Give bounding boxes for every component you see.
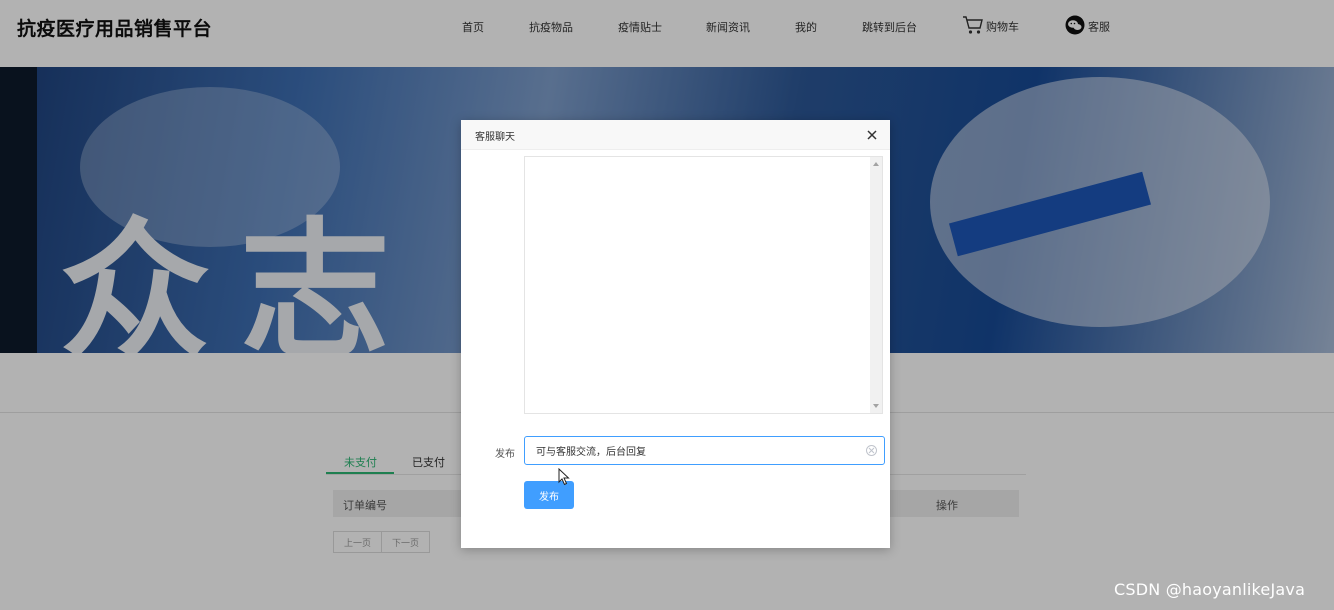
dialog-header: 客服聊天: [461, 120, 890, 150]
clear-icon[interactable]: [866, 445, 877, 456]
csdn-watermark: CSDN @haoyanlikeJava: [1114, 580, 1306, 599]
dialog-title: 客服聊天: [475, 132, 515, 143]
chat-scrollbar[interactable]: [870, 157, 882, 413]
close-icon[interactable]: [865, 127, 879, 141]
message-input[interactable]: [524, 436, 885, 465]
message-field-label: 发布: [495, 449, 515, 460]
scroll-down-arrow-icon[interactable]: [873, 404, 879, 408]
chat-history-area[interactable]: [524, 156, 883, 414]
customer-service-dialog: 客服聊天 发布 发布: [461, 120, 890, 548]
scroll-up-arrow-icon[interactable]: [873, 162, 879, 166]
mouse-pointer-icon: [558, 467, 570, 486]
